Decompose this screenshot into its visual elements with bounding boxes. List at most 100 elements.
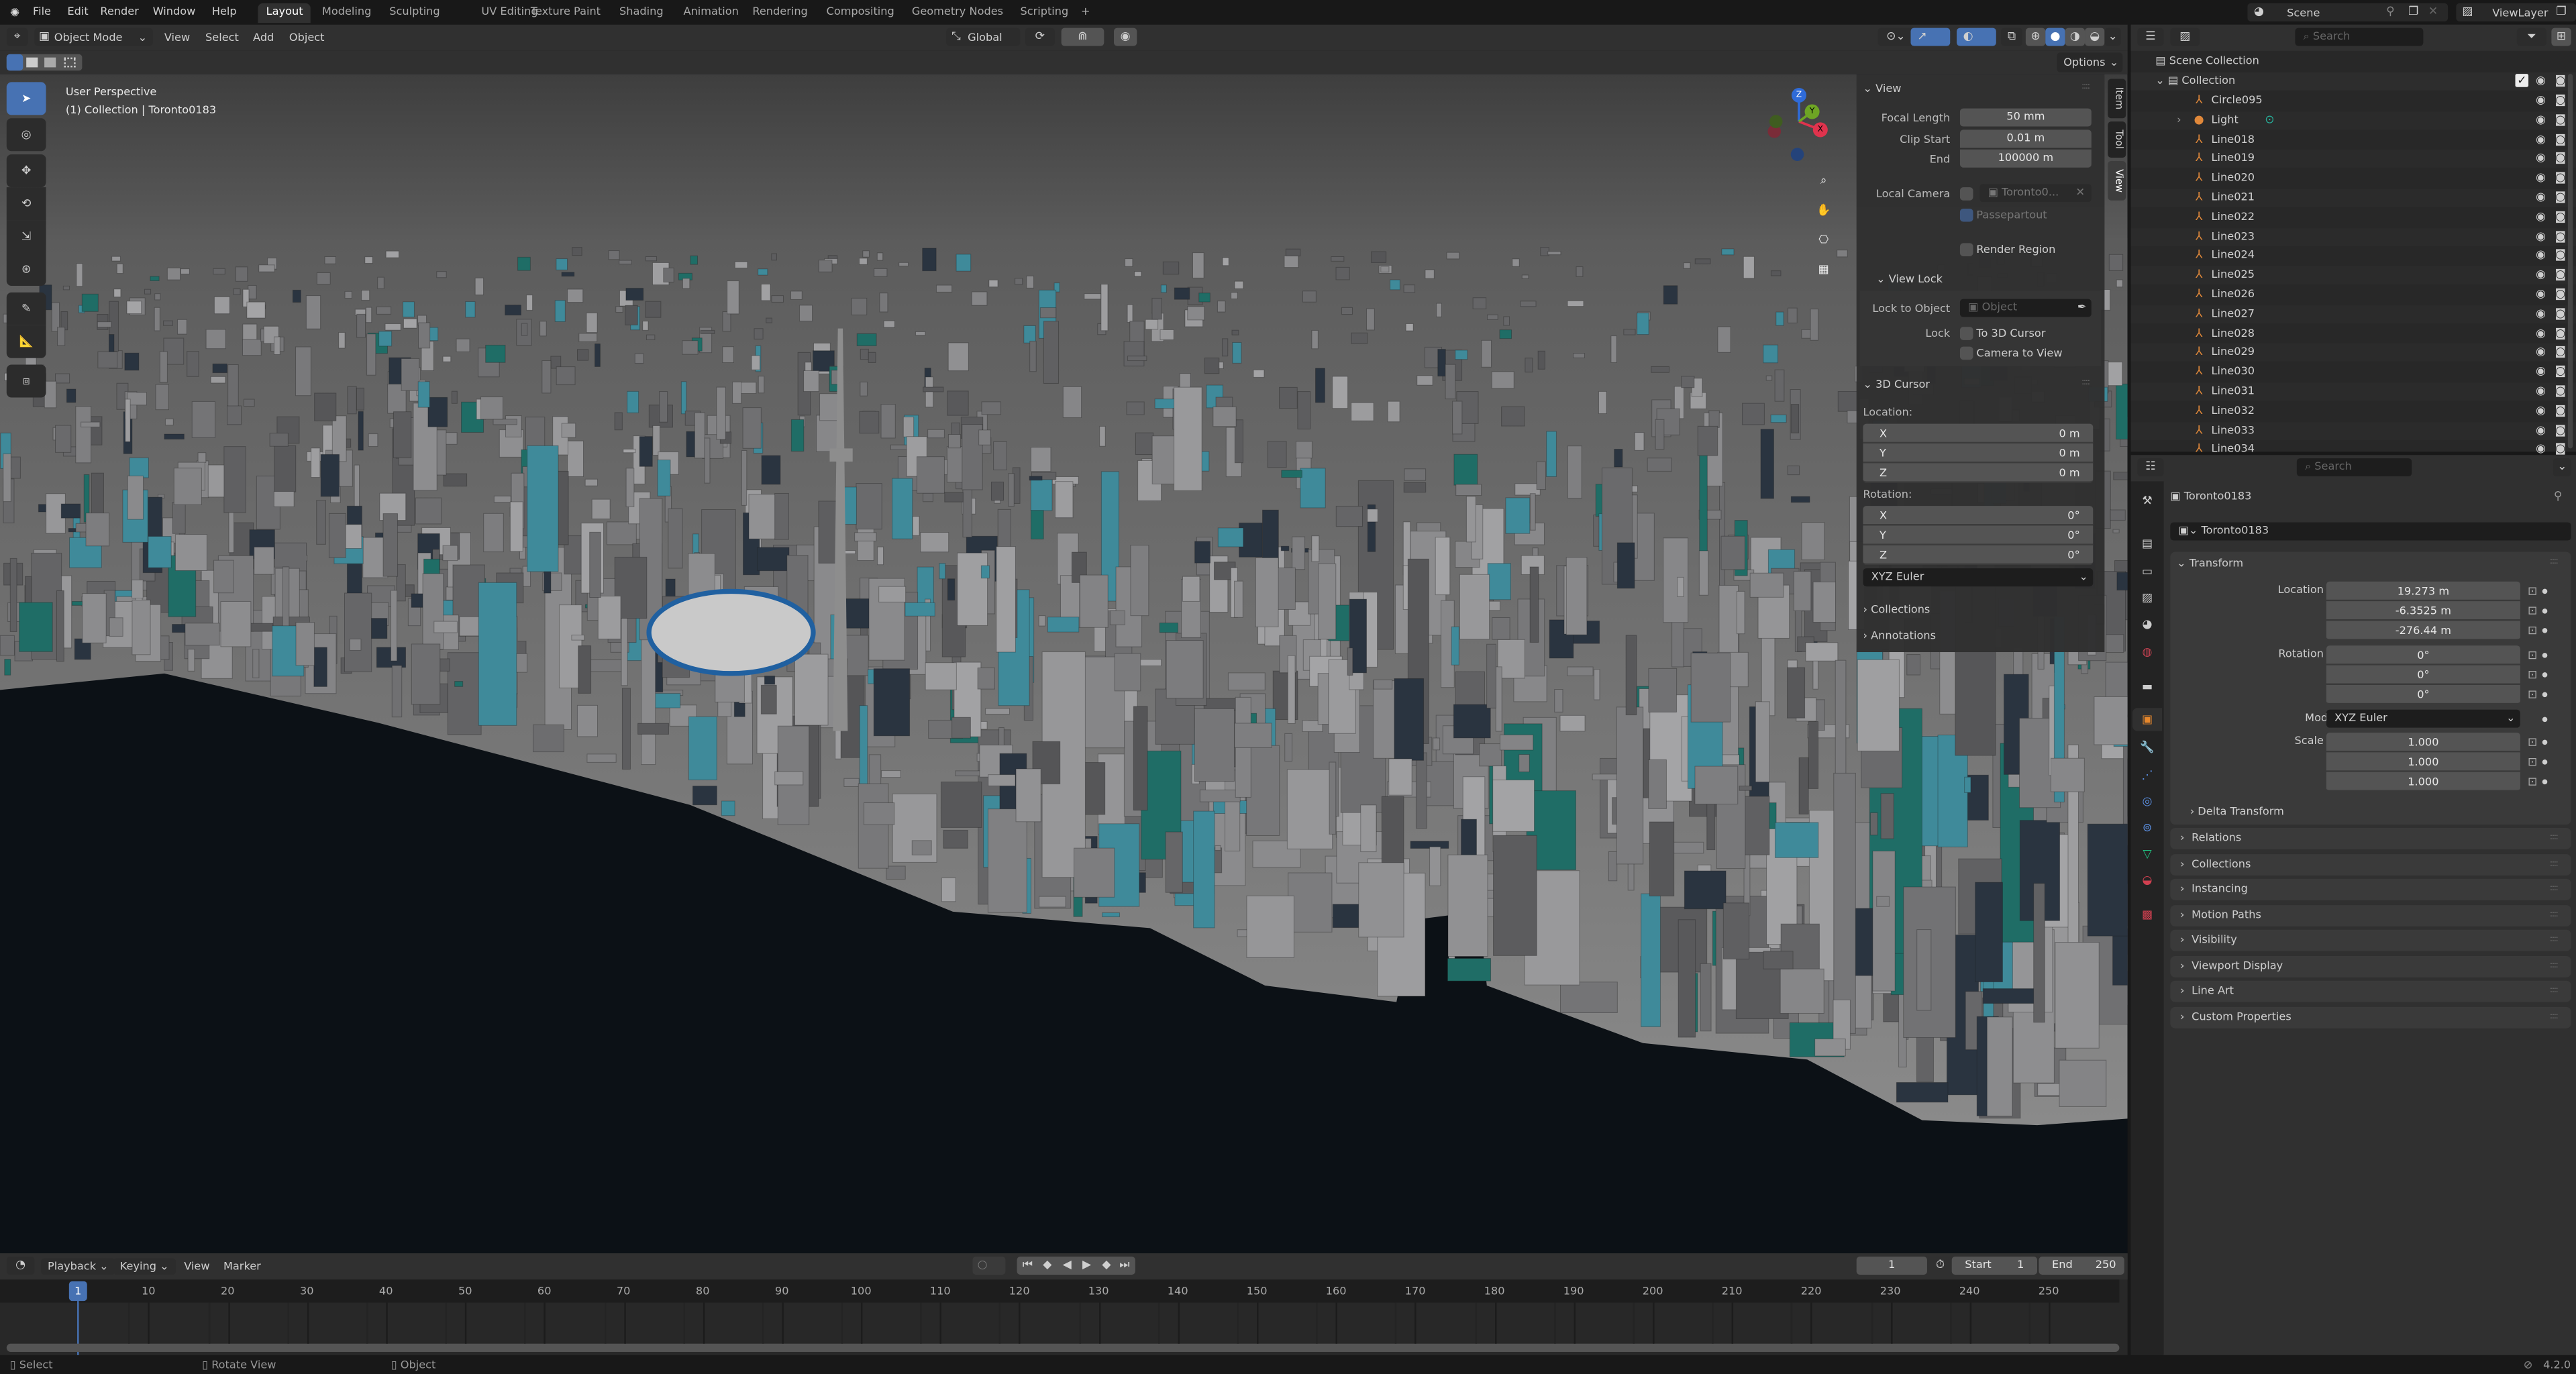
outliner-row[interactable]: ⅄ Line031 ◉ ◙ [2130, 382, 2576, 401]
lock-icon[interactable]: ⊡ [2525, 686, 2540, 702]
scene-collection-row[interactable]: ▤ Scene Collection [2155, 52, 2259, 68]
play-icon[interactable]: ▶ [1078, 1258, 1096, 1273]
drag-handle[interactable]: :::: [2550, 833, 2559, 843]
jump-end-icon[interactable]: ⏭ [1115, 1258, 1133, 1273]
eye-icon[interactable]: ◉ [2533, 326, 2548, 341]
overlay-toggle[interactable]: ◐ [1957, 28, 1996, 46]
outliner-row[interactable]: ⅄ Line020 ◉ ◙ [2131, 170, 2576, 188]
navigation-gizmo[interactable]: Z Y X [1761, 82, 1837, 161]
properties-tab-constraints[interactable]: ⊚ [2132, 816, 2162, 839]
select-intersect-button[interactable] [64, 57, 76, 68]
viewport-menu-object[interactable]: Object [289, 30, 325, 46]
shading-material[interactable]: ◑ [2065, 28, 2085, 46]
outliner-row[interactable]: ⅄ Line023 ◉ ◙ [2130, 227, 2576, 246]
eye-icon[interactable]: ◉ [2533, 384, 2548, 399]
tab-rendering[interactable]: Rendering [744, 3, 816, 23]
eye-icon[interactable]: ◉ [2533, 191, 2548, 205]
camera-icon[interactable]: ◙ [2553, 365, 2568, 380]
select-extend-button[interactable] [26, 57, 38, 68]
auto-keying-toggle[interactable]: ○ [972, 1257, 1006, 1275]
select-new-button[interactable] [6, 54, 23, 71]
properties-tab-particles[interactable]: ⋰ [2132, 764, 2162, 787]
pin-icon[interactable]: ⚲ [2382, 5, 2398, 19]
panel-collections[interactable]: › Collections:::: [2170, 853, 2571, 875]
panel-relations[interactable]: › Relations:::: [2170, 827, 2571, 849]
lock-icon[interactable]: ⊡ [2525, 667, 2540, 683]
properties-tab-object[interactable]: ▣ [2132, 708, 2163, 731]
new-collection-button[interactable]: ⊞ [2551, 28, 2571, 46]
eye-icon[interactable]: ◉ [2533, 152, 2548, 166]
proportional-toggle[interactable]: ◉ [1114, 28, 1137, 46]
panel-custom-properties[interactable]: › Custom Properties:::: [2170, 1006, 2571, 1028]
cursor-location-y-field[interactable]: Y 0 m [1863, 443, 2094, 464]
properties-tab-render[interactable]: ▤ [2132, 532, 2162, 555]
outliner-row[interactable]: ⅄ Line022 ◉ ◙ [2131, 208, 2576, 226]
outliner-row[interactable]: ⅄ Line028 ◉ ◙ [2131, 325, 2576, 343]
transform-value-field[interactable]: 1.000 [2326, 772, 2520, 792]
lock-icon[interactable]: ⊡ [2525, 583, 2540, 599]
outliner-row[interactable]: ⅄ Line021 ◉ ◙ [2130, 189, 2576, 207]
timeline-scrollbar[interactable] [6, 1343, 2120, 1353]
eye-icon[interactable]: ◉ [2533, 94, 2548, 109]
transform-value-field[interactable]: 0° [2326, 665, 2520, 685]
drag-handle[interactable]: :::: [2550, 960, 2559, 970]
panel-line-art[interactable]: › Line Art:::: [2170, 980, 2571, 1002]
eye-icon[interactable]: ◉ [2533, 229, 2548, 244]
local-camera-checkbox[interactable] [1959, 187, 1973, 201]
display-mode-dropdown[interactable]: ▨ [2170, 28, 2200, 46]
outliner-row[interactable]: ⅄ Line019 ◉ ◙ [2130, 150, 2576, 168]
filter-button[interactable]: ⏷ [2516, 28, 2547, 46]
eye-icon[interactable]: ◉ [2533, 268, 2548, 283]
shading-solid[interactable]: ● [2045, 28, 2065, 46]
viewport-menu-add[interactable]: Add [253, 30, 274, 46]
tab-texture-paint[interactable]: Texture Paint [523, 3, 609, 23]
keyframe-dot-icon[interactable]: ● [2540, 603, 2550, 619]
lock-icon[interactable]: ⊡ [2525, 623, 2540, 639]
properties-tab-tool[interactable]: ⚒ [2132, 490, 2162, 513]
properties-tab-world[interactable]: ◍ [2132, 641, 2162, 664]
snap-toggle[interactable]: ⋒ [1061, 28, 1104, 46]
delta-transform-header[interactable]: › Delta Transform [2190, 803, 2284, 819]
object-name-field[interactable]: ▣⌄ Toronto0183 [2170, 522, 2571, 541]
tab-tool[interactable]: Tool [2108, 121, 2126, 158]
pivot-dropdown[interactable]: ⟳ [1025, 28, 1055, 46]
start-frame-field[interactable]: Start 1 [1951, 1257, 2038, 1275]
shading-options[interactable]: ⌄ [2104, 28, 2121, 46]
scene-selector[interactable]: ◕ Scene ⚲ ❐ ✕ [2247, 3, 2449, 21]
tab-sculpting[interactable]: Sculpting [381, 3, 448, 23]
cursor-location-z-field[interactable]: Z 0 m [1863, 463, 2094, 483]
outliner-row[interactable]: › ● Light ⊙ ◉ ◙ [2130, 111, 2576, 129]
jump-start-icon[interactable]: ⏮ [1019, 1258, 1037, 1273]
drag-handle[interactable]: :::: [2550, 1011, 2559, 1021]
options-button[interactable]: Options ⌄ [2057, 52, 2123, 72]
outliner-row[interactable]: ⅄ Line030 ◉ ◙ [2131, 364, 2576, 382]
keyframe-dot-icon[interactable]: ● [2540, 667, 2550, 683]
camera-icon[interactable]: ◙ [2553, 346, 2568, 360]
eye-icon[interactable]: ◉ [2533, 307, 2548, 321]
eye-icon[interactable]: ◉ [2533, 171, 2548, 186]
tab-geometry-nodes[interactable]: Geometry Nodes [904, 3, 1012, 23]
keyframe-dot-icon[interactable]: ● [2540, 583, 2550, 599]
properties-tab-modifier[interactable]: 🔧 [2132, 736, 2162, 759]
mode-dropdown[interactable]: ▣ Object Mode ⌄ [34, 28, 153, 46]
keyframe-dot-icon[interactable]: ● [2540, 623, 2550, 639]
rotate-tool[interactable]: ⟲ [6, 187, 46, 221]
prev-keyframe-icon[interactable]: ◆ [1038, 1258, 1056, 1273]
outliner-editor-type[interactable]: ☰ [2137, 28, 2164, 46]
annotations-panel-header[interactable]: › Annotations [1863, 627, 1936, 643]
shading-rendered[interactable]: ◒ [2085, 28, 2105, 46]
collection-row[interactable]: ⌄ ▤ Collection ✓ ◉ ◙ [2130, 72, 2576, 91]
drag-handle[interactable]: :::: [2550, 557, 2559, 567]
properties-tab-scene[interactable]: ◕ [2132, 613, 2162, 635]
add-workspace-button[interactable]: + [1081, 3, 1090, 19]
drag-handle[interactable]: :::: [2081, 82, 2090, 92]
gizmo-toggle[interactable]: ↗ [1910, 28, 1951, 46]
eye-icon[interactable]: ◉ [2533, 132, 2548, 147]
panel-visibility[interactable]: › Visibility:::: [2170, 929, 2571, 951]
properties-tab-physics[interactable]: ◎ [2132, 790, 2162, 813]
add-cube-tool[interactable]: ⧈ [6, 364, 46, 398]
menu-edit[interactable]: Edit [67, 3, 88, 19]
lock-icon[interactable]: ⊡ [2525, 774, 2540, 790]
move-tool[interactable]: ✥ [6, 154, 46, 188]
panel-instancing[interactable]: › Instancing:::: [2170, 878, 2571, 900]
